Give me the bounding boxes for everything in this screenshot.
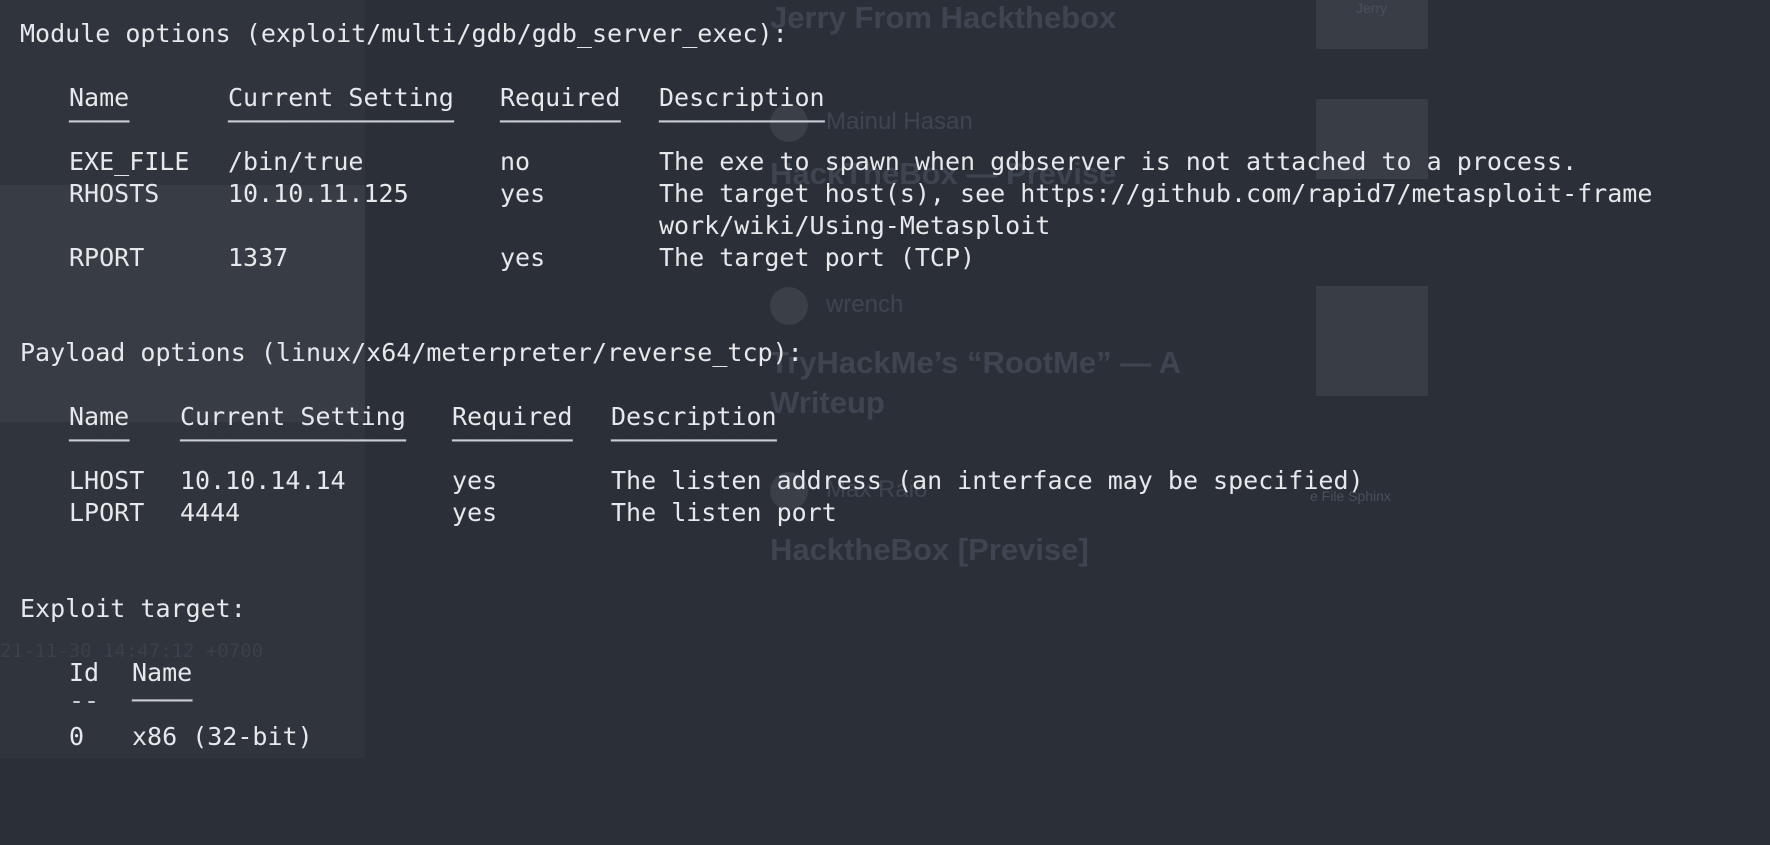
payload-options-heading: Payload options (linux/x64/meterpreter/r… [20, 338, 803, 367]
module-table-underline: ──── ─────────────── ──────── ──────────… [69, 107, 825, 136]
module-options-heading: Module options (exploit/multi/gdb/gdb_se… [20, 19, 788, 48]
payload-table-underline: ──── ─────────────── ──────── ──────────… [69, 426, 777, 455]
target-table-underline: -- ──── [69, 686, 193, 715]
exploit-target-heading: Exploit target: [20, 594, 246, 623]
table-row: LPORT 4444 yes The listen port [69, 498, 837, 527]
table-row: RPORT 1337 yes The target port (TCP) [69, 243, 976, 272]
terminal-output: Module options (exploit/multi/gdb/gdb_se… [0, 0, 1770, 758]
column-header: Id [69, 658, 100, 687]
table-row-continuation: work/wiki/Using-Metasploit [659, 211, 1051, 240]
column-header: Name [132, 658, 193, 687]
table-row: RHOSTS 10.10.11.125 yes The target host(… [69, 179, 1653, 208]
table-row: EXE_FILE /bin/true no The exe to spawn w… [69, 147, 1578, 176]
table-row: LHOST 10.10.14.14 yes The listen address… [69, 466, 1364, 495]
target-table-header: Id Name [0, 657, 192, 688]
table-row: 0 x86 (32-bit) [69, 722, 313, 751]
